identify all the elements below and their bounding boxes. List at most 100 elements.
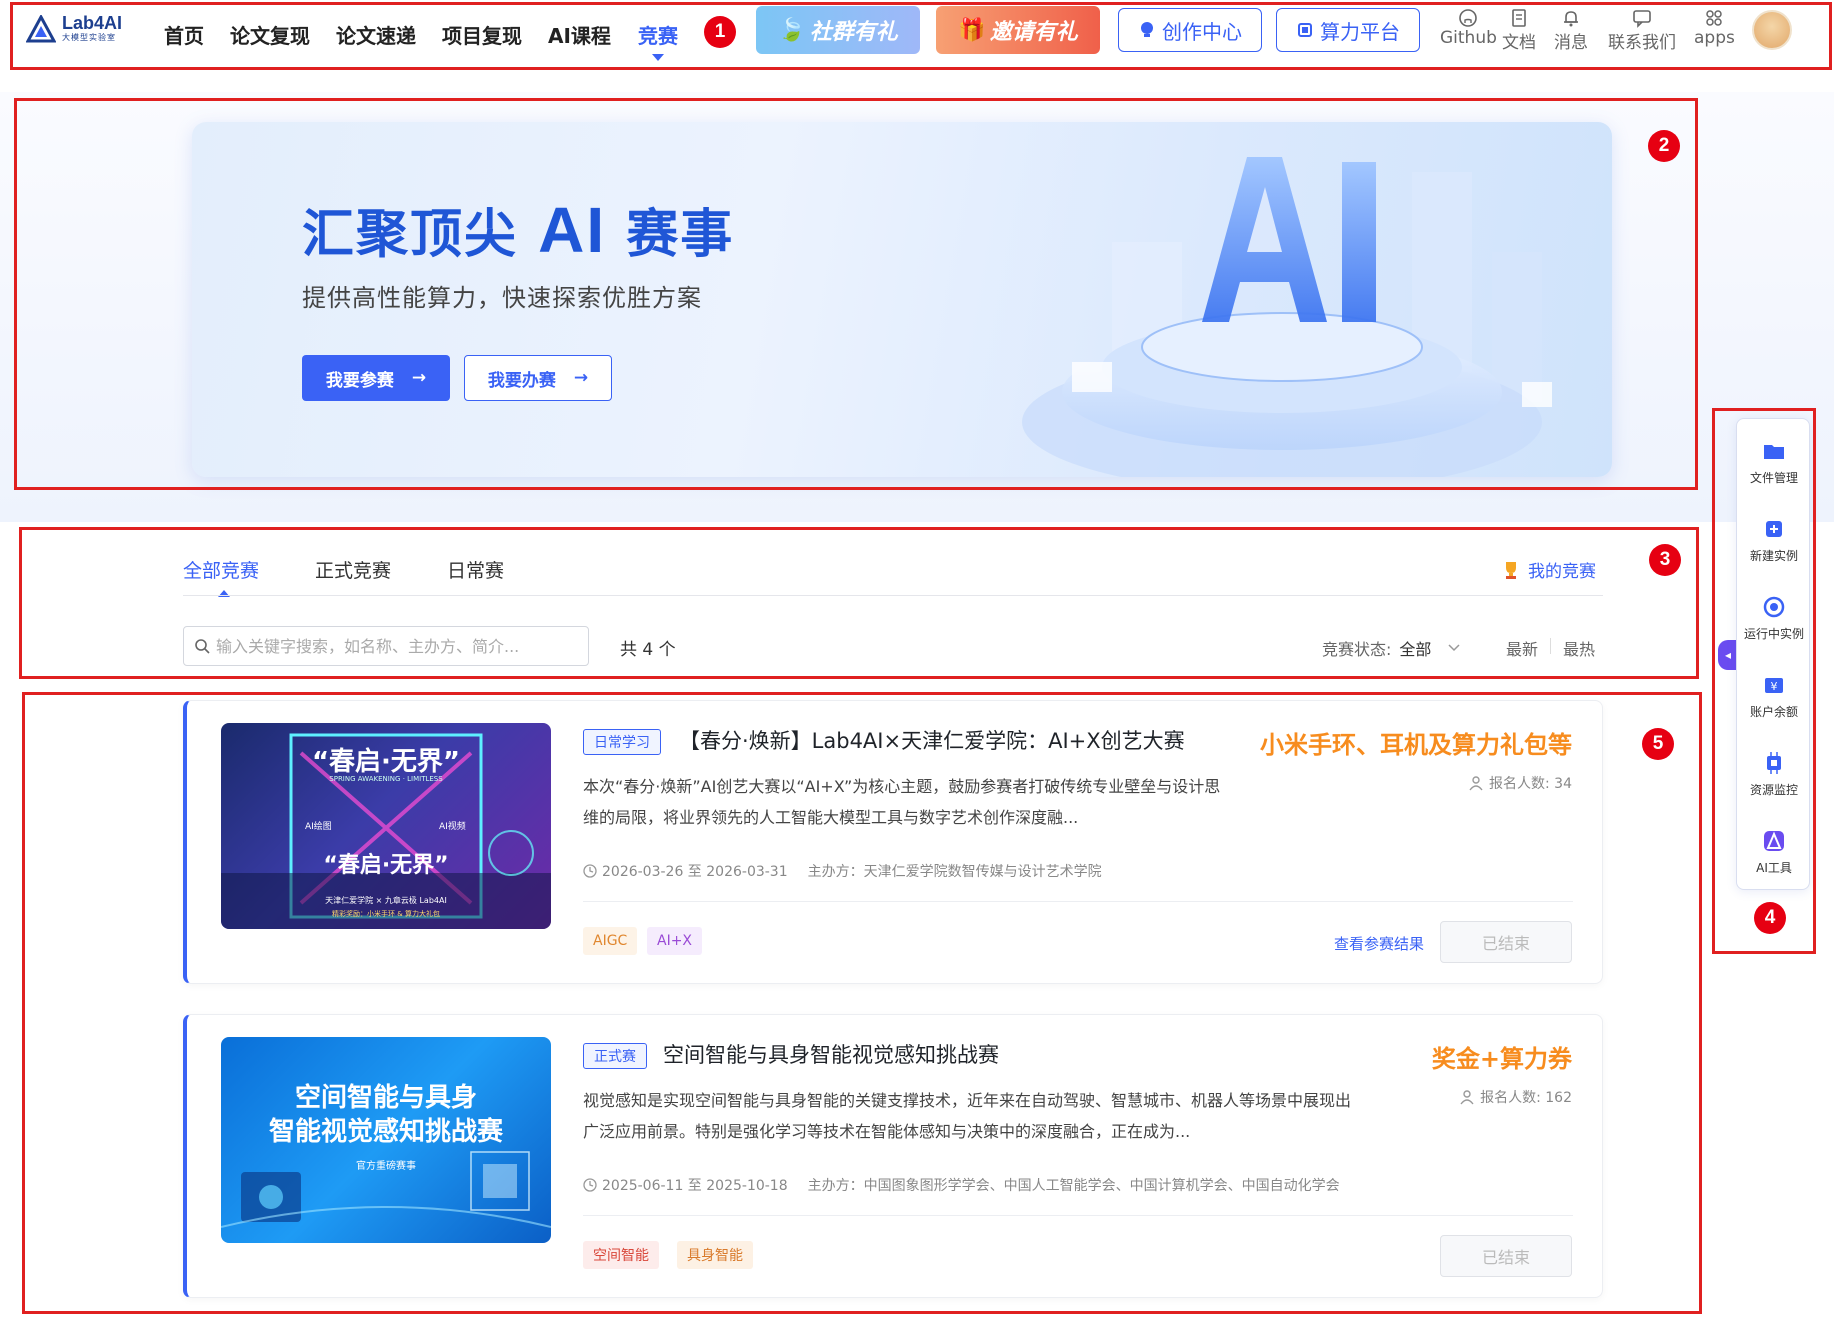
my-competitions-link[interactable]: 我的竞赛 — [1502, 557, 1596, 582]
competition-description: 本次“春分·焕新”AI创艺大赛以“AI+X”为核心主题，鼓励参赛者打破传统专业壁… — [583, 777, 1221, 827]
nav-paper-reproduction[interactable]: 论文复现 — [230, 20, 310, 49]
competition-prize: 奖金+算力券 — [1431, 1045, 1572, 1073]
topic-chip: AI+X — [647, 927, 703, 955]
search-box[interactable] — [183, 626, 589, 666]
card-divider — [583, 1215, 1573, 1216]
user-icon — [1460, 1090, 1474, 1105]
trophy-icon — [1506, 561, 1516, 579]
tab-all-competitions[interactable]: 全部竞赛 — [183, 556, 259, 583]
nav-github[interactable]: Github — [1440, 8, 1497, 48]
nav-competition[interactable]: 竞赛 — [638, 20, 678, 49]
invite-gift-label: 邀请有礼 — [989, 20, 1078, 45]
registration-count: 报名人数: 34 — [1468, 773, 1572, 793]
side-running-instances-label: 运行中实例 — [1743, 627, 1804, 641]
competition-dates: 2025-06-11 至 2025-10-18 — [583, 1175, 788, 1195]
competition-meta: 2026-03-26 至 2026-03-31 主办方：天津仁爱学院数智传媒与设… — [583, 861, 1102, 881]
view-results-link[interactable]: 查看参赛结果 — [1334, 933, 1424, 954]
apps-label: apps — [1694, 28, 1735, 48]
avatar[interactable] — [1752, 10, 1792, 50]
annotation-badge-1: 1 — [704, 16, 736, 48]
nav-messages[interactable]: 消息 — [1554, 8, 1588, 53]
nav-home[interactable]: 首页 — [164, 20, 204, 49]
host-competition-button[interactable]: 我要办赛 → — [464, 355, 612, 401]
side-new-instance-label: 新建实例 — [1749, 549, 1798, 563]
competition-dates: 2026-03-26 至 2026-03-31 — [583, 861, 788, 881]
community-gift-button[interactable]: 🍃 社群有礼 — [756, 6, 920, 54]
topic-chip: 具身智能 — [677, 1241, 753, 1269]
nav-apps[interactable]: apps — [1694, 8, 1735, 48]
competition-type-badge: 正式赛 — [583, 1043, 647, 1069]
thumbnail-badge: 官方重磅赛事 — [356, 1161, 416, 1172]
svg-text:¥: ¥ — [1771, 680, 1778, 693]
annotation-badge-3: 3 — [1649, 544, 1681, 576]
chevron-down-icon — [1448, 644, 1460, 652]
apps-icon — [1706, 10, 1723, 26]
cpu-icon — [1298, 23, 1312, 37]
status-filter-label: 竞赛状态: — [1322, 640, 1392, 659]
competition-thumbnail[interactable]: 空间智能与具身 智能视觉感知挑战赛 官方重磅赛事 — [221, 1037, 551, 1243]
side-file-manager[interactable]: 文件管理 — [1737, 439, 1811, 486]
clock-icon — [583, 1178, 597, 1192]
my-competitions-label: 我的竞赛 — [1528, 562, 1596, 582]
search-icon — [195, 639, 210, 654]
status-ended-button[interactable]: 已结束 — [1440, 921, 1572, 963]
gift-box-icon: 🎁 — [958, 17, 986, 43]
side-account-balance[interactable]: ¥ 账户余额 — [1737, 673, 1811, 720]
tab-formal-competitions[interactable]: 正式竞赛 — [315, 556, 391, 583]
search-input[interactable] — [216, 636, 566, 656]
competition-card[interactable]: “春启·无界” SPRING AWAKENING · LIMITLESS AI绘… — [183, 700, 1603, 984]
top-navbar: Lab4AI 大模型实验室 首页 论文复现 论文速递 项目复现 AI课程 竞赛 … — [12, 4, 1830, 64]
side-resource-monitor[interactable]: 资源监控 — [1737, 751, 1811, 798]
registration-count: 报名人数: 162 — [1459, 1087, 1572, 1107]
thumbnail-title-repeat: “春启·无界” — [323, 853, 449, 878]
nav-docs[interactable]: 文档 — [1502, 8, 1536, 53]
side-resource-monitor-label: 资源监控 — [1749, 783, 1798, 797]
gift-leaf-icon: 🍃 — [778, 17, 806, 43]
docs-label: 文档 — [1502, 33, 1536, 53]
hero-subtitle: 提供高性能算力，快速探索优胜方案 — [302, 284, 702, 312]
status-ended-button[interactable]: 已结束 — [1440, 1235, 1572, 1277]
new-instance-icon — [1766, 521, 1782, 537]
contact-us-label: 联系我们 — [1608, 33, 1676, 53]
status-filter-select[interactable]: 竞赛状态: 全部 — [1322, 636, 1461, 660]
hero-title: 汇聚顶尖 AI 赛事 — [302, 194, 735, 266]
thumbnail-prize: 精彩奖励：小米手环 & 算力大礼包 — [332, 910, 440, 918]
logo-text: Lab4AI — [62, 13, 123, 33]
arrow-right-icon: → — [573, 368, 589, 388]
side-running-instances[interactable]: 运行中实例 — [1737, 595, 1811, 642]
competition-date-text: 2026-03-26 至 2026-03-31 — [602, 864, 788, 880]
create-center-label: 创作中心 — [1162, 19, 1242, 44]
sort-divider — [1550, 638, 1551, 654]
github-label: Github — [1440, 28, 1497, 48]
card-divider — [583, 901, 1573, 902]
side-toolbar: 文件管理 新建实例 运行中实例 ¥ 账户余额 资源监控 AI工具 — [1736, 418, 1810, 890]
sort-hottest[interactable]: 最热 — [1563, 636, 1595, 660]
nav-active-indicator — [652, 54, 664, 61]
competition-title[interactable]: 空间智能与具身智能视觉感知挑战赛 — [663, 1039, 999, 1069]
topic-chip: AIGC — [583, 927, 638, 955]
registration-count-text: 报名人数: 34 — [1489, 776, 1572, 792]
sort-latest[interactable]: 最新 — [1506, 636, 1538, 660]
nav-ai-course[interactable]: AI课程 — [548, 20, 611, 49]
competition-thumbnail[interactable]: “春启·无界” SPRING AWAKENING · LIMITLESS AI绘… — [221, 723, 551, 929]
thumbnail-footer: 天津仁爱学院 × 九章云极 Lab4AI — [325, 896, 447, 905]
nav-paper-express[interactable]: 论文速递 — [336, 20, 416, 49]
join-competition-button[interactable]: 我要参赛 → — [302, 355, 450, 401]
thumbnail-title-line2: 智能视觉感知挑战赛 — [268, 1117, 503, 1147]
clock-icon — [583, 864, 597, 878]
logo[interactable]: Lab4AI 大模型实验室 — [26, 14, 122, 43]
create-center-button[interactable]: 创作中心 — [1118, 8, 1262, 52]
side-toolbar-collapse-handle[interactable]: ◂ — [1718, 640, 1738, 670]
side-ai-tools[interactable]: AI工具 — [1737, 829, 1811, 876]
competition-card[interactable]: 空间智能与具身 智能视觉感知挑战赛 官方重磅赛事 正式赛 空间智能与具身智能视觉… — [183, 1014, 1603, 1298]
compute-platform-button[interactable]: 算力平台 — [1276, 8, 1420, 52]
nav-contact-us[interactable]: 联系我们 — [1608, 8, 1676, 53]
side-new-instance[interactable]: 新建实例 — [1737, 517, 1811, 564]
competition-title[interactable]: 【春分·焕新】Lab4AI×天津仁爱学院：AI+X创艺大赛 — [679, 725, 1185, 755]
thumbnail-right-label: AI视频 — [439, 822, 466, 832]
collapse-icon: ◂ — [1724, 648, 1732, 662]
nav-project-reproduction[interactable]: 项目复现 — [442, 20, 522, 49]
side-account-balance-label: 账户余额 — [1749, 705, 1798, 719]
tab-daily-competitions[interactable]: 日常赛 — [447, 556, 504, 583]
invite-gift-button[interactable]: 🎁 邀请有礼 — [936, 6, 1100, 54]
